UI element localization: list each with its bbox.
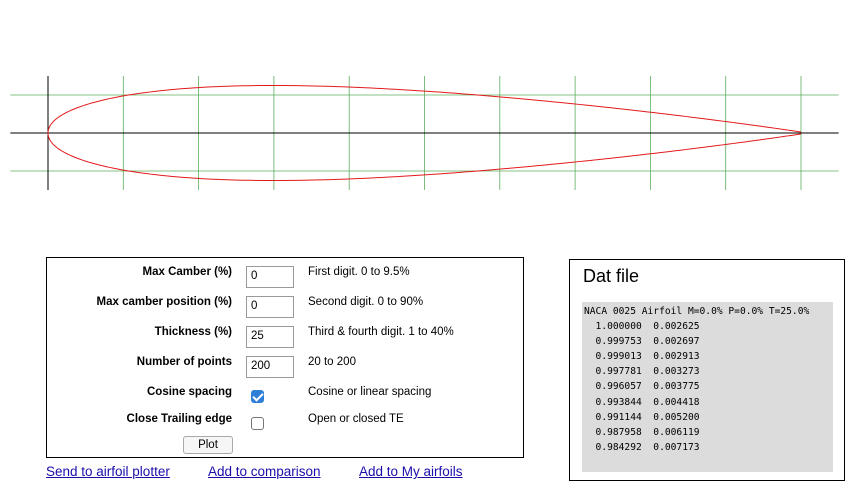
airfoil-parameters-form: Max Camber (%) 0 First digit. 0 to 9.5% …: [46, 257, 524, 458]
max-camber-label: Max Camber (%): [142, 266, 232, 278]
plot-button[interactable]: Plot: [183, 436, 233, 454]
number-of-points-row: Number of points 200 20 to 200: [47, 352, 523, 378]
dat-row: 0.999013 0.002913: [584, 351, 700, 363]
add-to-my-airfoils-link[interactable]: Add to My airfoils: [359, 464, 463, 479]
thickness-hint: Third & fourth digit. 1 to 40%: [308, 326, 454, 338]
max-camber-position-row: Max camber position (%) 0 Second digit. …: [47, 292, 523, 318]
dat-row: 0.984292 0.007173: [584, 441, 700, 453]
max-camber-row: Max Camber (%) 0 First digit. 0 to 9.5%: [47, 262, 523, 288]
dat-file-panel: Dat file NACA 0025 Airfoil M=0.0% P=0.0%…: [569, 259, 845, 481]
cosine-spacing-checkbox[interactable]: [251, 390, 264, 403]
send-to-airfoil-plotter-link[interactable]: Send to airfoil plotter: [46, 464, 170, 479]
dat-file-title: Dat file: [583, 266, 640, 286]
max-camber-position-label: Max camber position (%): [96, 296, 232, 308]
max-camber-input[interactable]: 0: [246, 266, 294, 288]
dat-row: 0.996057 0.003775: [584, 381, 700, 393]
thickness-row: Thickness (%) 25 Third & fourth digit. 1…: [47, 322, 523, 348]
cosine-spacing-row: Cosine spacing Cosine or linear spacing: [47, 382, 523, 406]
close-trailing-edge-checkbox[interactable]: [251, 417, 264, 430]
dat-row: 1.000000 0.002625: [584, 321, 700, 333]
dat-row: 0.999753 0.002697: [584, 336, 700, 348]
max-camber-position-input[interactable]: 0: [246, 296, 294, 318]
thickness-input[interactable]: 25: [246, 326, 294, 348]
number-of-points-hint: 20 to 200: [308, 356, 356, 368]
close-trailing-edge-hint: Open or closed TE: [308, 413, 404, 425]
airfoil-plot: [10, 76, 839, 190]
close-trailing-edge-row: Close Trailing edge Open or closed TE: [47, 409, 523, 433]
dat-file-header-line: NACA 0025 Airfoil M=0.0% P=0.0% T=25.0%: [584, 306, 810, 317]
cosine-spacing-hint: Cosine or linear spacing: [308, 386, 432, 398]
number-of-points-label: Number of points: [136, 356, 232, 368]
dat-file-content: NACA 0025 Airfoil M=0.0% P=0.0% T=25.0% …: [582, 302, 833, 472]
max-camber-hint: First digit. 0 to 9.5%: [308, 266, 410, 278]
cosine-spacing-label: Cosine spacing: [147, 386, 232, 398]
thickness-label: Thickness (%): [154, 326, 232, 338]
close-trailing-edge-label: Close Trailing edge: [126, 413, 232, 425]
dat-row: 0.987958 0.006119: [584, 426, 700, 438]
dat-row: 0.993844 0.004418: [584, 396, 700, 408]
add-to-comparison-link[interactable]: Add to comparison: [208, 464, 321, 479]
dat-row: 0.997781 0.003273: [584, 366, 700, 378]
max-camber-position-hint: Second digit. 0 to 90%: [308, 296, 424, 308]
number-of-points-input[interactable]: 200: [246, 356, 294, 378]
dat-row: 0.991144 0.005200: [584, 411, 700, 423]
